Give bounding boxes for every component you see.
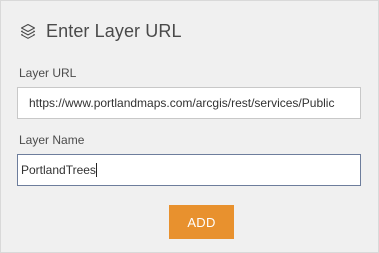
text-caret: [95, 163, 97, 177]
enter-layer-url-panel: Enter Layer URL Layer URL https://www.po…: [0, 0, 379, 253]
layer-name-input[interactable]: PortlandTrees: [17, 154, 361, 186]
layers-icon: [19, 22, 37, 40]
layer-url-input[interactable]: https://www.portlandmaps.com/arcgis/rest…: [17, 87, 361, 119]
panel-title: Enter Layer URL: [46, 20, 182, 41]
layer-name-label: Layer Name: [19, 133, 85, 147]
panel-header: Enter Layer URL: [19, 19, 182, 43]
add-button[interactable]: ADD: [169, 205, 234, 239]
layer-name-value: PortlandTrees: [21, 163, 96, 177]
layer-url-value: https://www.portlandmaps.com/arcgis/rest…: [29, 96, 335, 110]
layer-url-label: Layer URL: [19, 66, 77, 80]
